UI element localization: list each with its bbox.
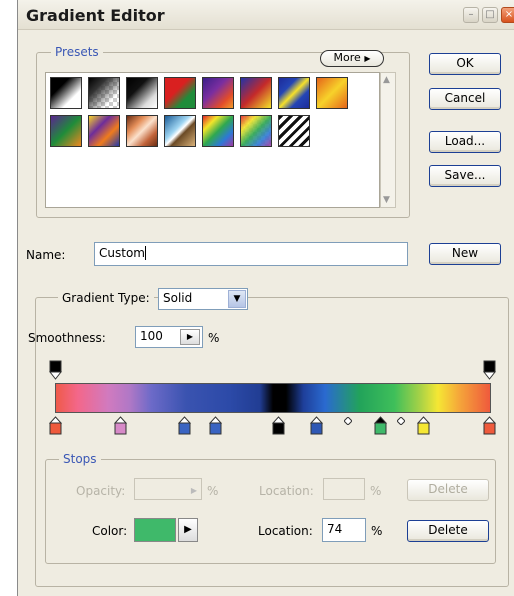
color-location-label: Location: [258, 524, 313, 538]
opacity-stop-icon[interactable] [482, 360, 497, 383]
name-value: Custom [99, 246, 145, 260]
color-stop-icon[interactable] [416, 416, 431, 439]
preset-swatch-blue-red-yellow[interactable] [240, 77, 272, 109]
color-stop-icon[interactable] [309, 416, 324, 439]
smoothness-unit: % [208, 331, 220, 345]
gradient-type-label: Gradient Type: [58, 291, 154, 305]
opacity-arrow-icon: ▶ [190, 486, 197, 495]
opacity-stop-icon[interactable] [48, 360, 63, 383]
opacity-location-input [323, 478, 365, 500]
opacity-location-unit: % [370, 484, 382, 498]
opacity-input: ▶ [134, 478, 202, 500]
preset-swatch-black-white[interactable] [50, 77, 82, 109]
stops-group [45, 459, 496, 564]
smoothness-arrow-icon[interactable]: ▶ [180, 329, 200, 345]
color-stop-icon[interactable] [208, 416, 223, 439]
preset-scrollbar[interactable]: ▲ ▼ [380, 72, 396, 208]
color-stop-icon[interactable] [48, 416, 63, 439]
ok-button[interactable]: OK [429, 53, 501, 75]
preset-swatch-transparent-rainbow[interactable] [240, 115, 272, 147]
opacity-label: Opacity: [76, 484, 126, 498]
stops-legend: Stops [59, 452, 101, 466]
smoothness-label: Smoothness: [28, 331, 106, 345]
preset-swatch-orange-yellow-orange[interactable] [316, 77, 348, 109]
preset-swatch-blue-yellow-blue[interactable] [278, 77, 310, 109]
preset-swatch-black-transparent[interactable] [88, 77, 120, 109]
close-icon[interactable]: × [501, 7, 514, 23]
gradient-bar[interactable] [55, 383, 491, 413]
opacity-unit: % [207, 484, 219, 498]
more-arrow-icon: ▶ [364, 54, 371, 63]
name-label: Name: [26, 248, 66, 262]
opacity-delete-button: Delete [407, 479, 489, 501]
more-label: More [333, 51, 361, 64]
preset-swatch-transparent-stripes[interactable] [278, 115, 310, 147]
save-button[interactable]: Save... [429, 165, 501, 187]
preset-swatch-chrome[interactable] [164, 115, 196, 147]
color-label: Color: [92, 524, 128, 538]
gradient-type-select[interactable]: Solid ▼ [158, 288, 248, 310]
scroll-up-icon[interactable]: ▲ [383, 75, 393, 85]
preset-swatch-yellow-violet-orange-blue[interactable] [88, 115, 120, 147]
cancel-button[interactable]: Cancel [429, 88, 501, 110]
smoothness-value: 100 [140, 329, 163, 343]
preset-swatch-spectrum[interactable] [202, 115, 234, 147]
preset-swatch-violet-green-orange[interactable] [50, 115, 82, 147]
chevron-down-icon[interactable]: ▼ [228, 290, 246, 308]
preset-swatch-black-white-2[interactable] [126, 77, 158, 109]
color-swatch[interactable] [134, 518, 176, 542]
preset-swatch-violet-orange[interactable] [202, 77, 234, 109]
midpoint-diamond-icon[interactable] [343, 414, 353, 428]
load-button[interactable]: Load... [429, 131, 501, 153]
color-location-input[interactable]: 74 [322, 518, 366, 542]
color-stop-icon[interactable] [113, 416, 128, 439]
maximize-icon[interactable]: □ [482, 7, 498, 23]
color-stop-icon[interactable] [271, 416, 286, 439]
gradient-type-value: Solid [163, 291, 193, 305]
midpoint-diamond-icon[interactable] [396, 414, 406, 428]
name-input[interactable]: Custom [94, 242, 408, 266]
color-stop-icon[interactable] [177, 416, 192, 439]
text-caret [144, 246, 146, 260]
window-title: Gradient Editor [26, 6, 165, 25]
new-button[interactable]: New [429, 243, 501, 265]
color-stop-icon[interactable] [482, 416, 497, 439]
color-location-unit: % [371, 524, 383, 538]
color-menu-arrow-icon[interactable]: ▶ [178, 518, 198, 542]
opacity-location-label: Location: [259, 484, 314, 498]
gradient-stop-area [45, 358, 497, 448]
color-location-value: 74 [327, 522, 343, 536]
preset-list [45, 72, 380, 208]
title-bar: Gradient Editor – □ × [18, 0, 514, 30]
gradient-editor-window: Gradient Editor – □ × Presets More ▶ ▲ ▼… [17, 0, 514, 596]
color-delete-button[interactable]: Delete [407, 520, 489, 542]
scroll-down-icon[interactable]: ▼ [383, 195, 393, 205]
minimize-icon[interactable]: – [463, 7, 479, 23]
more-button[interactable]: More ▶ [320, 50, 384, 67]
presets-legend: Presets [51, 45, 103, 59]
preset-swatch-red-green[interactable] [164, 77, 196, 109]
preset-swatch-copper[interactable] [126, 115, 158, 147]
color-stop-icon[interactable] [373, 416, 388, 439]
smoothness-input[interactable]: 100 ▶ [135, 326, 203, 348]
